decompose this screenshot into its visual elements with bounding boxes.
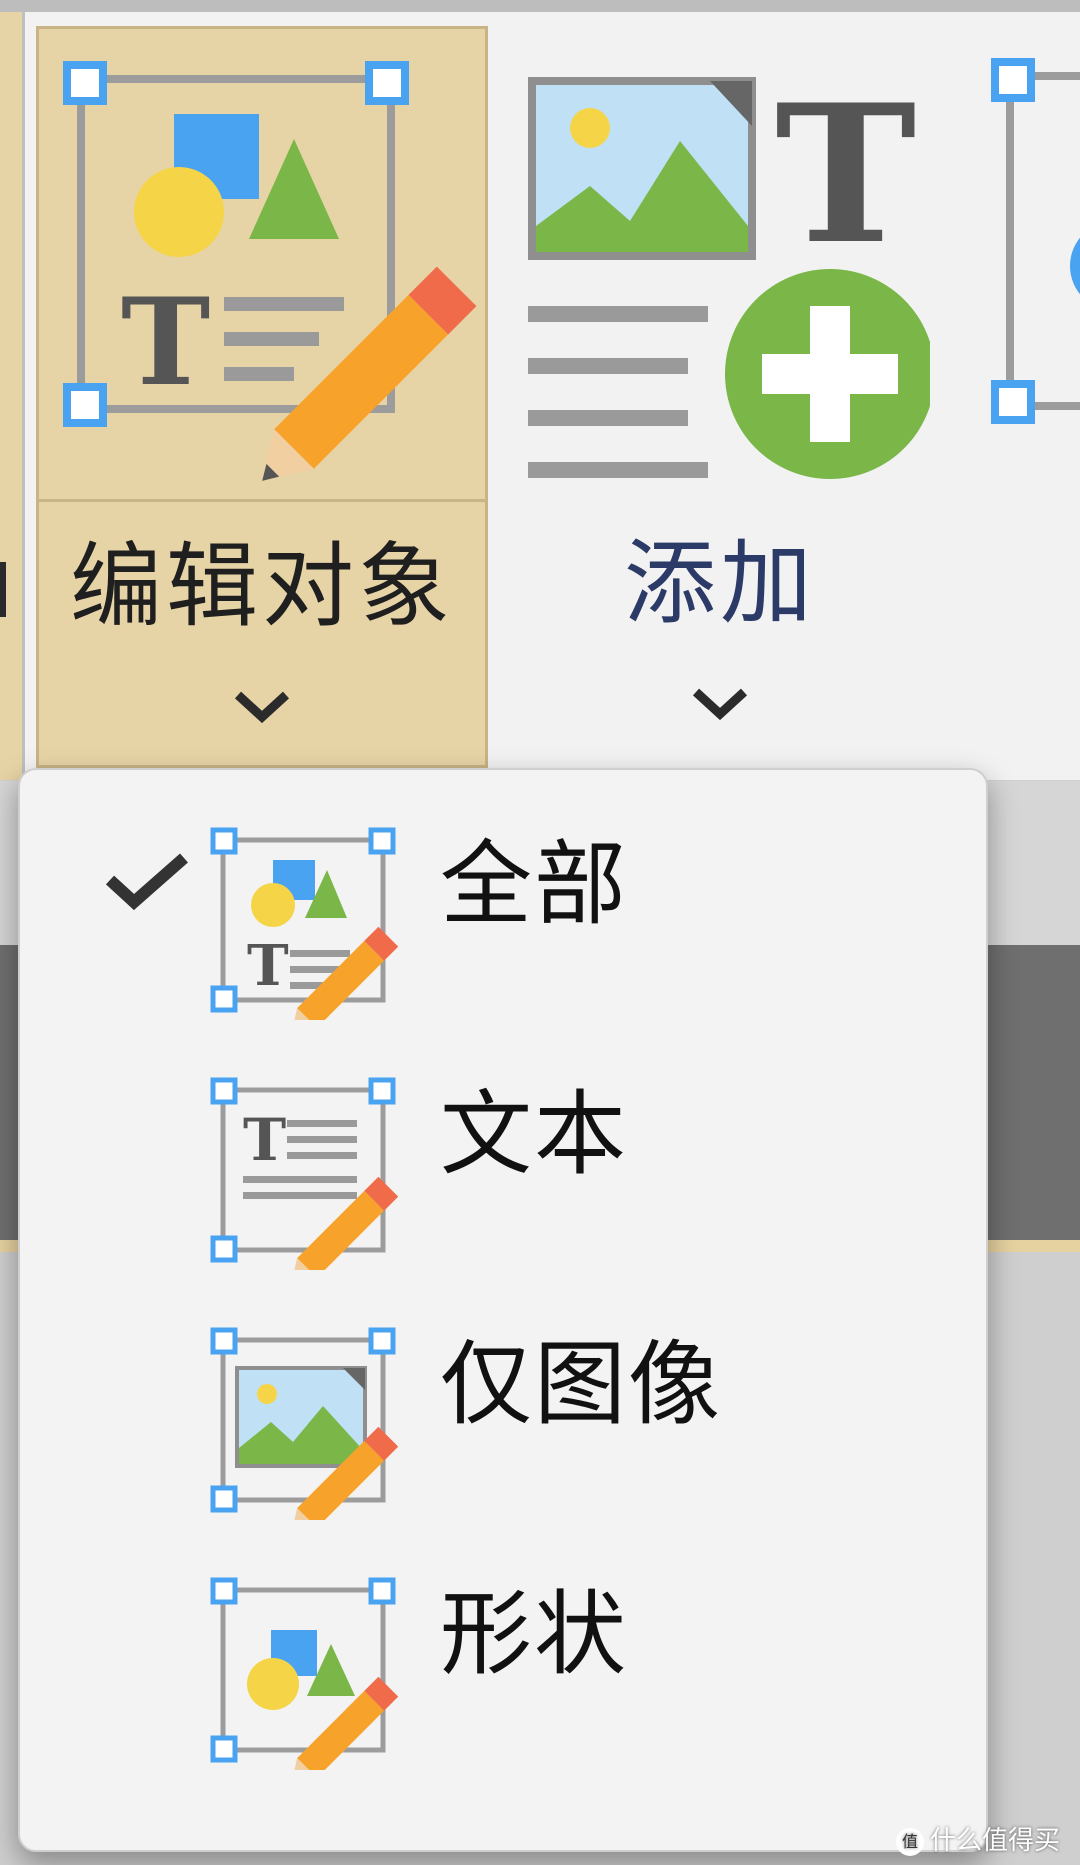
watermark: 值什么值得买 [895,1820,1060,1857]
svg-text:T: T [243,1106,286,1174]
menu-item-text[interactable]: T 文本 [20,1020,986,1270]
svg-text:T: T [247,933,289,999]
menu-item-all[interactable]: T 全部 [20,770,986,1020]
checkmark-icon [105,853,188,911]
edit-image-icon [210,1327,399,1520]
previous-group-label-fragment [0,562,6,617]
edit-text-icon: T [210,1077,399,1270]
menu-item-label: 仅图像 [440,1331,723,1438]
edit-objects-label: 编辑对象 [69,533,454,640]
edit-all-icon: T [210,827,399,1020]
window-top-border [0,0,1080,12]
edit-objects-icon: T [39,29,485,502]
edit-shape-icon [210,1577,399,1770]
watermark-text: 什么值得买 [929,1826,1060,1856]
svg-text:T: T [121,272,210,413]
frame-partial-icon [991,58,1080,424]
edit-objects-dropdown: T 全部 T 文本 仅图像 形状 [18,768,988,1852]
menu-item-label: 全部 [440,831,629,938]
chevron-down-icon[interactable] [690,686,750,726]
menu-item-label: 文本 [440,1081,629,1188]
edit-objects-group[interactable]: T 编辑对象 [36,26,488,768]
svg-text:T: T [775,63,916,286]
ribbon-left-separator [0,12,25,780]
add-content-icon: T [510,26,935,496]
menu-item-shape[interactable]: 形状 [20,1520,986,1770]
add-group[interactable]: T 添加 [510,26,935,768]
menu-item-label: 形状 [440,1581,629,1688]
menu-item-image-only[interactable]: 仅图像 [20,1270,986,1520]
chevron-down-icon[interactable] [232,689,292,729]
next-group-partial[interactable] [965,26,1080,768]
ribbon-toolbar: T 编辑对象 T 添加 [0,12,1080,781]
add-label: 添加 [623,530,816,637]
watermark-logo-icon: 值 [895,1827,924,1856]
